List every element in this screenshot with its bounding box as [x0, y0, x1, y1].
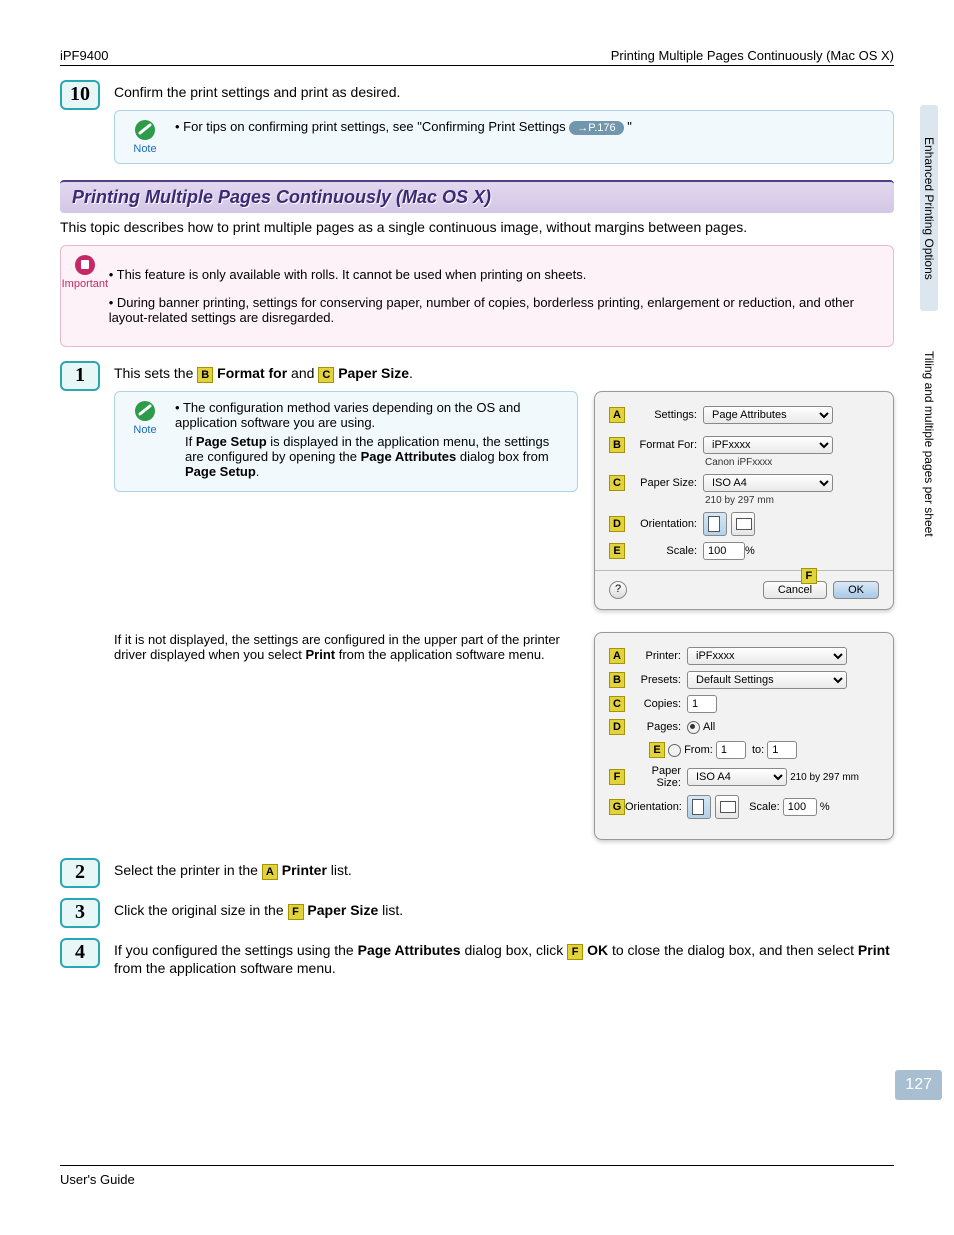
format-for-select[interactable]: iPFxxxx — [703, 436, 833, 454]
step-number: 2 — [60, 858, 100, 888]
header-right: Printing Multiple Pages Continuously (Ma… — [611, 48, 894, 63]
orientation-landscape-button-2[interactable] — [715, 795, 739, 819]
step-1: 1 This sets the B Format for and C Paper… — [60, 361, 894, 840]
scale-input-2[interactable] — [783, 798, 817, 816]
paper-size-select[interactable]: ISO A4 — [703, 474, 833, 492]
settings-select[interactable]: Page Attributes — [703, 406, 833, 424]
orientation-portrait-button-2[interactable] — [687, 795, 711, 819]
note-box: Note • For tips on confirming print sett… — [114, 110, 894, 164]
page-ref-pill[interactable]: →P.176 — [569, 121, 623, 135]
section-heading: Printing Multiple Pages Continuously (Ma… — [60, 180, 894, 213]
important-box: Important • This feature is only availab… — [60, 245, 894, 347]
printer-select[interactable]: iPFxxxx — [687, 647, 847, 665]
step-3: 3 Click the original size in the F Paper… — [60, 898, 894, 928]
note-icon: Note — [115, 119, 175, 155]
important-icon: Important — [61, 254, 109, 338]
orientation-portrait-button[interactable] — [703, 512, 727, 536]
callout-b: B — [197, 367, 213, 383]
callout-f: F — [288, 904, 304, 920]
copies-input[interactable] — [687, 695, 717, 713]
footer-left: User's Guide — [60, 1172, 135, 1187]
step-2: 2 Select the printer in the A Printer li… — [60, 858, 894, 888]
callout-a: A — [262, 864, 278, 880]
side-tab-tiling[interactable]: Tiling and multiple pages per sheet — [920, 311, 938, 577]
step-10: 10 Confirm the print settings and print … — [60, 80, 894, 164]
step-number: 4 — [60, 938, 100, 968]
step-text: Confirm the print settings and print as … — [114, 84, 894, 100]
callout-f2: F — [567, 944, 583, 960]
cancel-button[interactable]: Cancel — [763, 581, 827, 599]
step-number: 3 — [60, 898, 100, 928]
page-setup-dialog: ASettings:Page Attributes BFormat For:iP… — [594, 391, 894, 610]
step-number: 1 — [60, 361, 100, 391]
ok-button[interactable]: OK — [833, 581, 879, 599]
pages-from-input[interactable] — [716, 741, 746, 759]
side-tabs: Enhanced Printing Options Tiling and mul… — [920, 105, 942, 577]
header-left: iPF9400 — [60, 48, 108, 63]
note-box-2: Note • The configuration method varies d… — [114, 391, 578, 492]
page-number: 127 — [895, 1070, 942, 1100]
print-dialog: APrinter:iPFxxxx BPresets:Default Settin… — [594, 632, 894, 840]
note-icon: Note — [115, 400, 175, 483]
section-intro: This topic describes how to print multip… — [60, 219, 894, 235]
paper-size-select-2[interactable]: ISO A4 — [687, 768, 787, 786]
step-number: 10 — [60, 80, 100, 110]
step-4: 4 If you configured the settings using t… — [60, 938, 894, 976]
pages-all-radio[interactable] — [687, 721, 700, 734]
side-tab-enhanced[interactable]: Enhanced Printing Options — [920, 105, 938, 311]
pages-from-radio[interactable] — [668, 744, 681, 757]
presets-select[interactable]: Default Settings — [687, 671, 847, 689]
orientation-landscape-button[interactable] — [731, 512, 755, 536]
pages-to-input[interactable] — [767, 741, 797, 759]
callout-c: C — [318, 367, 334, 383]
scale-input[interactable] — [703, 542, 745, 560]
help-button[interactable]: ? — [609, 581, 627, 599]
